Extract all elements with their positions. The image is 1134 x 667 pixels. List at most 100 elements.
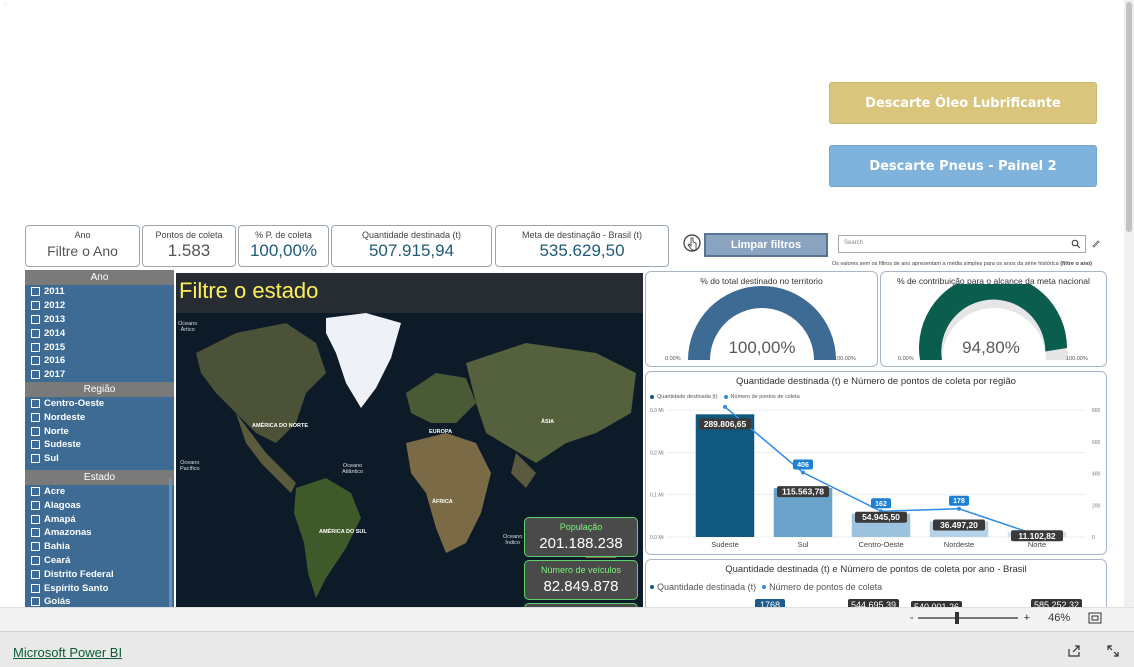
slicer-estado-label: Bahia (44, 541, 70, 553)
x-tick-label: Sudeste (711, 540, 739, 549)
checkbox-icon[interactable] (31, 412, 40, 422)
checkbox-icon[interactable] (31, 314, 40, 324)
slicer-estado-item[interactable]: Espírito Santo (25, 581, 174, 595)
page-scrollbar[interactable] (1124, 0, 1134, 607)
slicer-estado-label: Acre (44, 485, 66, 497)
world-map[interactable]: Filtre o estado Oceano Ártico AMÉRICA DO… (176, 273, 643, 607)
slicer-regiao-item[interactable]: Norte (25, 424, 174, 438)
checkbox-icon[interactable] (31, 398, 40, 408)
slicer-regiao-header: Região (25, 381, 174, 397)
filter-note-text: Os valores sem os filtros de ano apresen… (831, 261, 1061, 267)
label-oceano-indico: Oceano Índico (503, 534, 523, 546)
bar-sudeste (695, 414, 755, 537)
checkbox-icon[interactable] (31, 555, 40, 565)
checkbox-icon[interactable] (31, 486, 40, 496)
share-icon[interactable] (1067, 644, 1081, 658)
label-america-sul: AMÉRICA DO SUL (319, 529, 367, 535)
checkbox-icon[interactable] (31, 328, 40, 338)
slicer-estado-item[interactable]: Amapá (25, 512, 174, 526)
slicer-ano-item[interactable]: 2014 (25, 326, 174, 340)
checkbox-icon[interactable] (31, 287, 40, 297)
svg-text:406: 406 (797, 462, 809, 469)
checkbox-icon[interactable] (31, 342, 40, 352)
checkbox-icon[interactable] (31, 370, 40, 380)
year-legend-pontos: Número de pontos de coleta (769, 582, 883, 592)
zoom-out-button[interactable]: - (910, 612, 914, 624)
gauge-territorio-max: 100.00% (834, 356, 856, 362)
checkbox-icon[interactable] (31, 356, 40, 366)
line-data-label: 162 (871, 498, 891, 509)
kpi-ano: Ano Filtre o Ano (25, 225, 140, 267)
zoom-in-button[interactable]: + (1024, 612, 1030, 624)
slicer-ano-item[interactable]: 2012 (25, 299, 174, 313)
x-tick-label: Centro-Oeste (858, 540, 903, 549)
zoom-slider-thumb[interactable] (954, 612, 959, 624)
slicer-ano-item[interactable]: 2016 (25, 354, 174, 368)
svg-text:162: 162 (875, 501, 887, 508)
slicer-ano-list: 2011 2012 2013 2014 2015 2016 2017 (25, 285, 174, 382)
slicer-estado-item[interactable]: Bahia (25, 540, 174, 554)
label-oceano-pacifico: Oceano Pacífico (180, 460, 200, 472)
pneus-painel-2-button[interactable]: Descarte Pneus - Painel 2 (829, 145, 1097, 187)
slicer-ano-item[interactable]: 2013 (25, 313, 174, 327)
region-chart-svg: 0,0 Mi 0,1 Mi 0,2 Mi 0,3 Mi 0 200 400 600 800 Sud… (650, 405, 1101, 549)
checkbox-icon[interactable] (31, 500, 40, 510)
slicer-estado-item[interactable]: Distrito Federal (25, 567, 174, 581)
slicer-regiao-list: Centro-Oeste Nordeste Norte Sudeste Sul (25, 397, 174, 466)
slicer-estado-item[interactable]: Goiás (25, 595, 174, 607)
gauge-territorio-min: 0.00% (665, 356, 681, 362)
y2-tick-label: 0 (1092, 535, 1095, 541)
slicer-estado-item[interactable]: Ceará (25, 554, 174, 568)
fullscreen-icon[interactable] (1106, 644, 1120, 658)
slicer-regiao-item[interactable]: Centro-Oeste (25, 397, 174, 411)
slicer-estado-label: Alagoas (44, 499, 81, 511)
gauge-territorio-value: 100,00% (728, 338, 796, 357)
checkbox-icon[interactable] (31, 301, 40, 311)
slicer-regiao-item[interactable]: Nordeste (25, 410, 174, 424)
checkbox-icon[interactable] (31, 528, 40, 538)
veiculos-label: Número de veículos (540, 565, 622, 575)
logo-icon: ◌ (4, 2, 8, 8)
checkbox-icon[interactable] (31, 597, 40, 607)
slicer-estado-list: Acre Alagoas Amapá Amazonas Bahia Ceará Distri… (25, 485, 174, 607)
slicer-estado-item[interactable]: Alagoas (25, 498, 174, 512)
populacao-label: População (559, 522, 603, 532)
checkbox-icon[interactable] (31, 583, 40, 593)
zoom-slider[interactable] (917, 612, 1018, 624)
search-input[interactable]: Search (838, 235, 1086, 253)
eraser-icon[interactable] (1091, 238, 1101, 248)
gauge-meta-card: % de contribuição para o alcance da meta… (880, 271, 1107, 367)
slicer-estado-item[interactable]: Amazonas (25, 526, 174, 540)
powerbi-link[interactable]: Microsoft Power BI (13, 645, 122, 660)
checkbox-icon[interactable] (31, 426, 40, 436)
slicer-ano-item[interactable]: 2015 (25, 340, 174, 354)
slicer-estado-label: Goiás (44, 596, 71, 607)
slicer-scrollbar[interactable] (169, 478, 172, 607)
fit-to-page-icon[interactable] (1088, 612, 1102, 624)
checkbox-icon[interactable] (31, 569, 40, 579)
checkbox-icon[interactable] (31, 542, 40, 552)
y2-tick-label: 800 (1092, 408, 1101, 414)
oleo-lubrificante-button[interactable]: Descarte Óleo Lubrificante (829, 82, 1097, 124)
svg-text:36.497,20: 36.497,20 (940, 520, 978, 530)
slicer-estado-label: Distrito Federal (44, 568, 114, 580)
slicer-regiao-item[interactable]: Sudeste (25, 438, 174, 452)
y-tick-label: 0,1 Mi (650, 493, 664, 499)
slicer-ano-item[interactable]: 2017 (25, 368, 174, 382)
slicer-regiao-item[interactable]: Sul (25, 452, 174, 466)
checkbox-icon[interactable] (31, 454, 40, 464)
year-legend-pontos-dot (762, 585, 767, 589)
limpar-filtros-button[interactable]: Limpar filtros (704, 233, 828, 257)
bar-data-label: 115.563,78 (777, 486, 829, 498)
slicer-ano-item[interactable]: 2011 (25, 285, 174, 299)
checkbox-icon[interactable] (31, 440, 40, 450)
zoom-value: 46% (1048, 612, 1071, 624)
x-tick-label: Norte (1028, 540, 1046, 549)
kpi-ano-value: Filtre o Ano (47, 243, 118, 259)
x-tick-label: Nordeste (944, 540, 974, 549)
slicer-estado-item[interactable]: Acre (25, 485, 174, 499)
checkbox-icon[interactable] (31, 514, 40, 524)
slicer-regiao-label: Centro-Oeste (44, 397, 105, 409)
page-scrollbar-thumb[interactable] (1126, 2, 1132, 232)
y2-tick-label: 400 (1092, 472, 1101, 478)
